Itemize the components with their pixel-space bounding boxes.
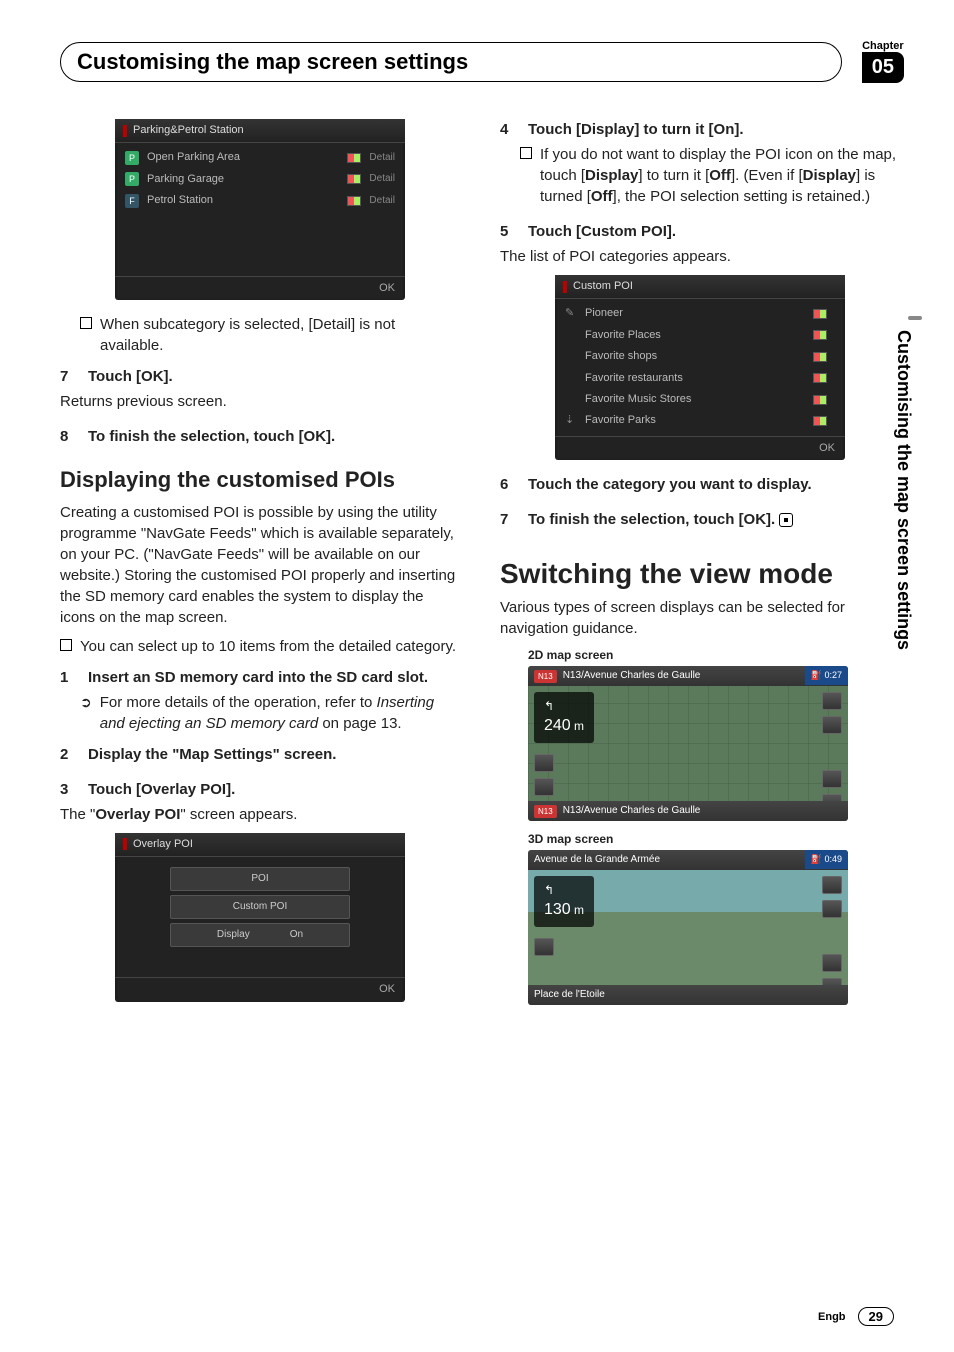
screenshot-custom-poi: Custom POI ✎Pioneer Favorite Places Favo… — [555, 275, 845, 460]
distance-panel: ↰130 m — [534, 876, 594, 927]
route-badge: N13 — [534, 805, 557, 818]
poi-button[interactable]: POI — [170, 867, 350, 891]
street-name: N13/Avenue Charles de Gaulle — [563, 804, 701, 818]
step-heading: Touch [Overlay POI]. — [88, 779, 460, 800]
screenshot-3d-map: Avenue de la Grande Armée ⛽ 0:49 ↰130 m … — [528, 850, 848, 1005]
list-item[interactable]: Favorite Music Stores — [555, 389, 845, 410]
figure-caption: 2D map screen — [528, 647, 900, 664]
ok-button[interactable]: OK — [379, 983, 395, 995]
map-button[interactable] — [534, 778, 554, 796]
map-button[interactable] — [822, 692, 842, 710]
step-heading: Display the "Map Settings" screen. — [88, 744, 460, 765]
shot1-title: Parking&Petrol Station — [133, 123, 244, 138]
thumb-tab-mark — [908, 316, 922, 320]
list-item[interactable]: FPetrol StationDetail — [115, 190, 405, 211]
map-button[interactable] — [534, 754, 554, 772]
bullet-icon — [80, 317, 92, 329]
figure-caption: 3D map screen — [528, 831, 900, 848]
map-button[interactable] — [822, 900, 842, 918]
body-text: The list of POI categories appears. — [500, 246, 900, 267]
custom-poi-button[interactable]: Custom POI — [170, 895, 350, 919]
map-button[interactable] — [534, 938, 554, 956]
display-toggle-button[interactable]: DisplayOn — [170, 923, 350, 947]
list-item[interactable]: ⇣Favorite Parks — [555, 410, 845, 431]
time-badge: ⛽ 0:27 — [805, 666, 848, 685]
section-heading: Switching the view mode — [500, 554, 900, 593]
ok-button[interactable]: OK — [819, 442, 835, 454]
body-text: For more details of the operation, refer… — [100, 692, 460, 734]
body-text: When subcategory is selected, [Detail] i… — [100, 314, 460, 356]
time-badge: ⛽ 0:49 — [805, 850, 848, 869]
fuel-icon: F — [125, 194, 139, 208]
parking-icon: P — [125, 151, 139, 165]
map-button[interactable] — [822, 876, 842, 894]
side-tab-label: Customising the map screen settings — [893, 330, 914, 650]
parking-icon: P — [125, 172, 139, 186]
body-text: You can select up to 10 items from the d… — [80, 636, 456, 657]
section-heading: Displaying the customised POIs — [60, 465, 460, 496]
body-text: Various types of screen displays can be … — [500, 597, 900, 639]
map-button[interactable] — [822, 716, 842, 734]
street-name: Avenue de la Grande Armée — [534, 853, 660, 867]
list-item[interactable]: POpen Parking AreaDetail — [115, 147, 405, 168]
reference-arrow-icon: ➲ — [80, 693, 92, 734]
list-item[interactable]: Favorite Places — [555, 325, 845, 346]
step-heading: Insert an SD memory card into the SD car… — [88, 667, 460, 688]
step-heading: Touch the category you want to display. — [528, 474, 900, 495]
route-badge: N13 — [534, 670, 557, 683]
language-label: Engb — [818, 1311, 846, 1323]
body-text: Returns previous screen. — [60, 391, 460, 412]
distance-panel: ↰240 m — [534, 692, 594, 743]
list-item[interactable]: PParking GarageDetail — [115, 169, 405, 190]
shot3-title: Custom POI — [573, 279, 633, 294]
screenshot-parking-petrol: Parking&Petrol Station POpen Parking Are… — [115, 119, 405, 300]
shot2-title: Overlay POI — [133, 837, 193, 852]
step-heading: Touch [OK]. — [88, 366, 460, 387]
body-text: The "Overlay POI" screen appears. — [60, 804, 460, 825]
chapter-number: 05 — [862, 52, 904, 83]
bullet-icon — [520, 147, 532, 159]
ok-button[interactable]: OK — [379, 282, 395, 294]
body-text: Creating a customised POI is possible by… — [60, 502, 460, 628]
chapter-label: Chapter — [862, 40, 904, 52]
bullet-icon — [60, 639, 72, 651]
step-heading: To finish the selection, touch [OK]. — [88, 426, 460, 447]
map-button[interactable] — [822, 954, 842, 972]
screenshot-2d-map: N13 N13/Avenue Charles de Gaulle ⛽ 0:27 ↰… — [528, 666, 848, 821]
body-text: If you do not want to display the POI ic… — [540, 144, 900, 207]
street-name: Place de l'Etoile — [534, 988, 605, 1002]
list-item[interactable]: Favorite shops — [555, 346, 845, 367]
step-heading: Touch [Custom POI]. — [528, 221, 900, 242]
list-item[interactable]: ✎Pioneer — [555, 303, 845, 324]
step-heading: Touch [Display] to turn it [On]. — [528, 119, 900, 140]
screenshot-overlay-poi: Overlay POI POI Custom POI DisplayOn OK — [115, 833, 405, 1002]
page-number: 29 — [858, 1307, 894, 1326]
map-button[interactable] — [822, 770, 842, 788]
step-heading: To finish the selection, touch [OK]. — [528, 509, 900, 530]
chapter-title: Customising the map screen settings — [60, 42, 842, 82]
end-section-icon — [779, 513, 793, 527]
street-name: N13/Avenue Charles de Gaulle — [563, 669, 701, 683]
list-item[interactable]: Favorite restaurants — [555, 368, 845, 389]
